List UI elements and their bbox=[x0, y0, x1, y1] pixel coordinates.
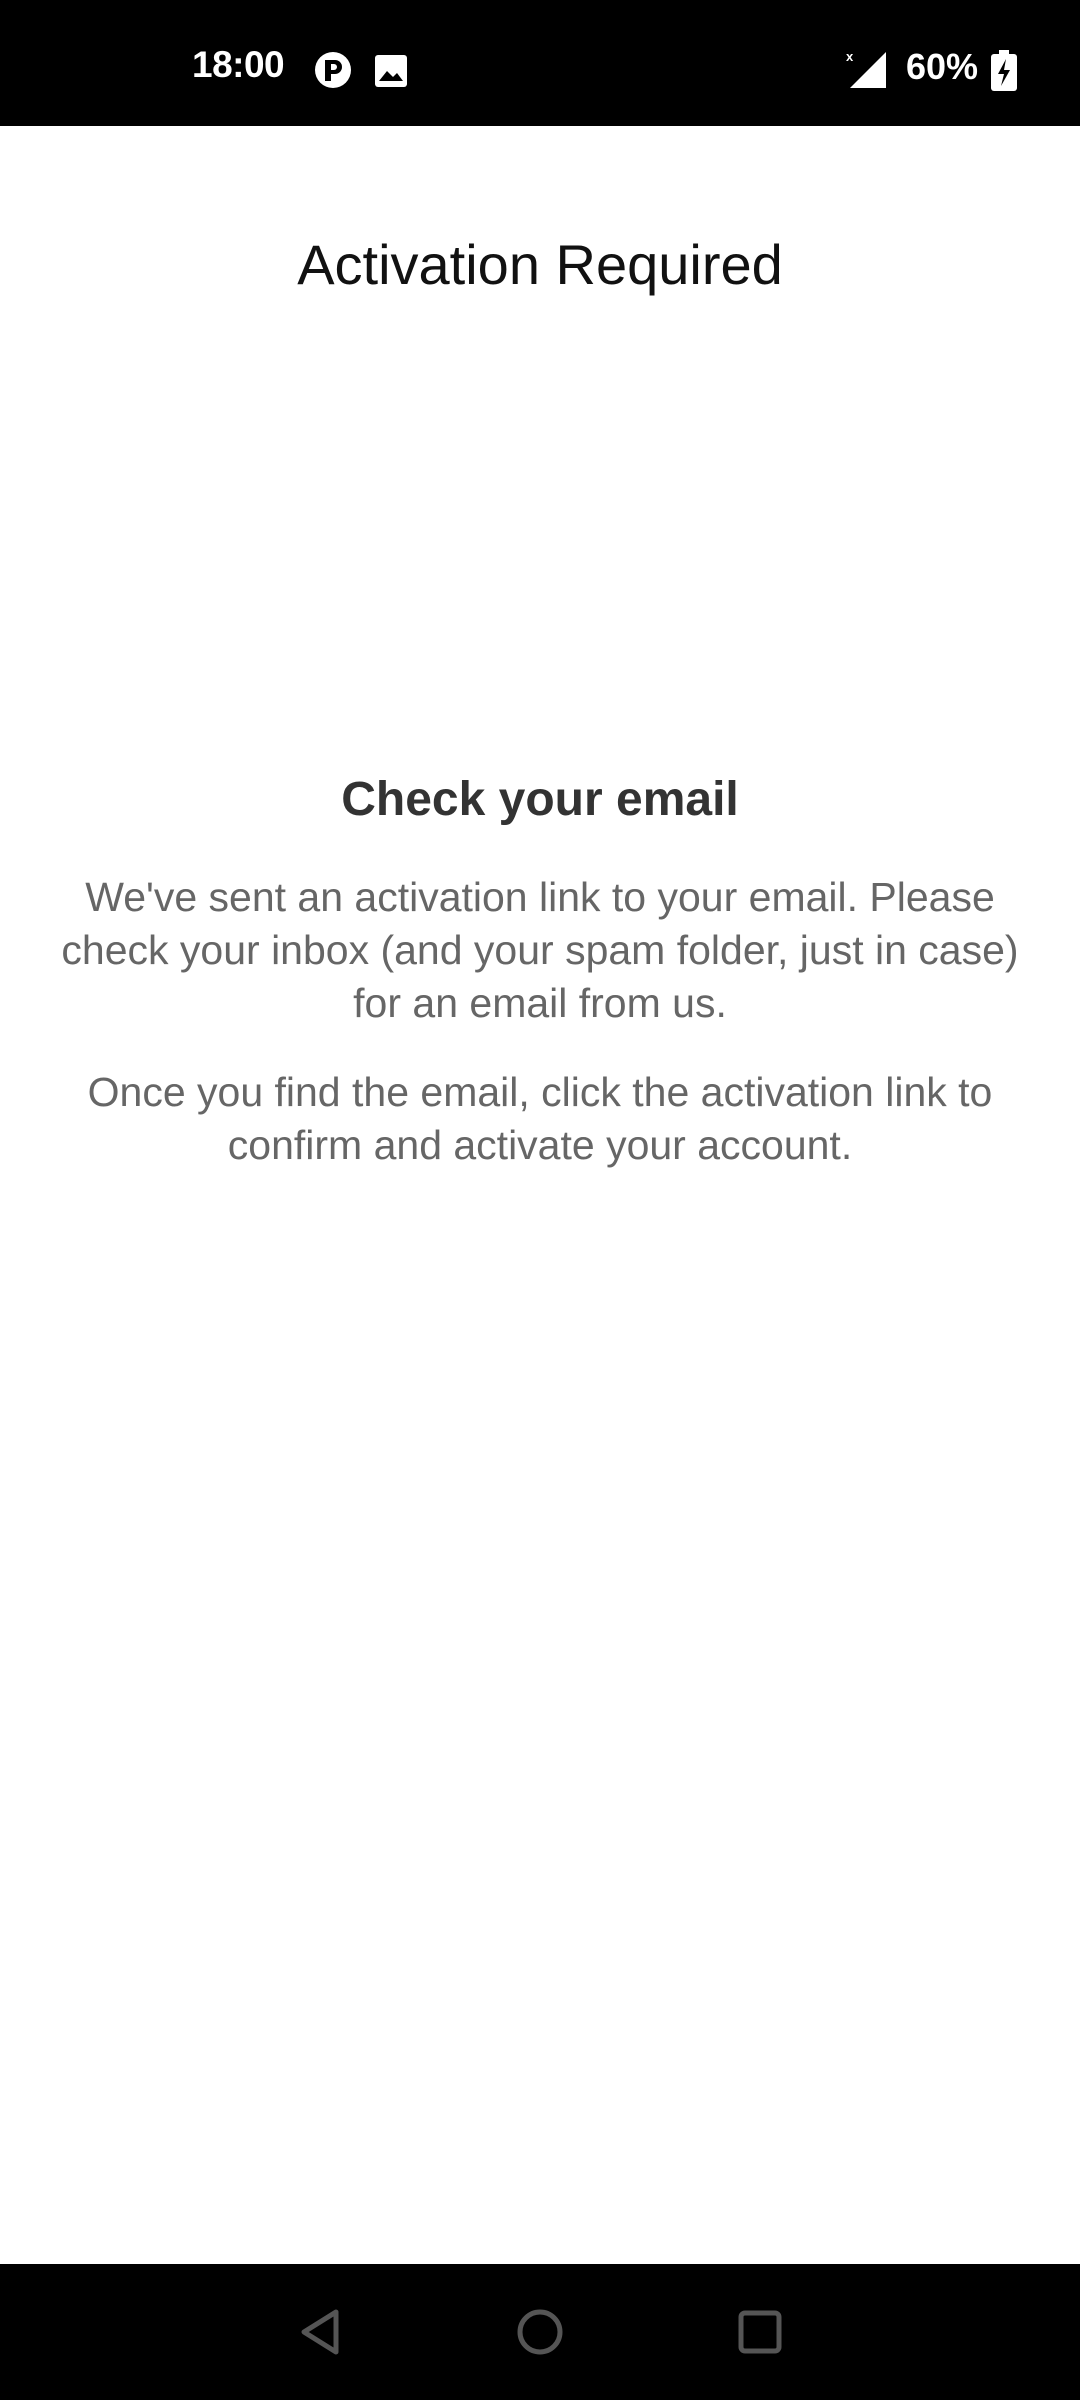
back-icon[interactable] bbox=[290, 2300, 354, 2364]
p-app-icon bbox=[315, 52, 351, 88]
page-title: Activation Required bbox=[297, 233, 783, 296]
home-icon[interactable] bbox=[508, 2300, 572, 2364]
battery-charging-icon bbox=[991, 50, 1017, 91]
status-time: 18:00 bbox=[192, 44, 285, 85]
activation-message: Check your email We've sent an activatio… bbox=[56, 772, 1024, 1208]
message-paragraph-2: Once you find the email, click the activ… bbox=[87, 1069, 993, 1168]
recents-icon[interactable] bbox=[728, 2300, 792, 2364]
message-heading: Check your email bbox=[341, 773, 739, 826]
battery-percentage: 60% bbox=[906, 46, 979, 87]
svg-text:x: x bbox=[846, 49, 854, 64]
status-bar: 18:00 x 60% bbox=[0, 0, 1080, 126]
message-paragraph-1: We've sent an activation link to your em… bbox=[61, 874, 1019, 1026]
image-icon bbox=[375, 55, 407, 87]
signal-icon: x bbox=[846, 49, 886, 88]
